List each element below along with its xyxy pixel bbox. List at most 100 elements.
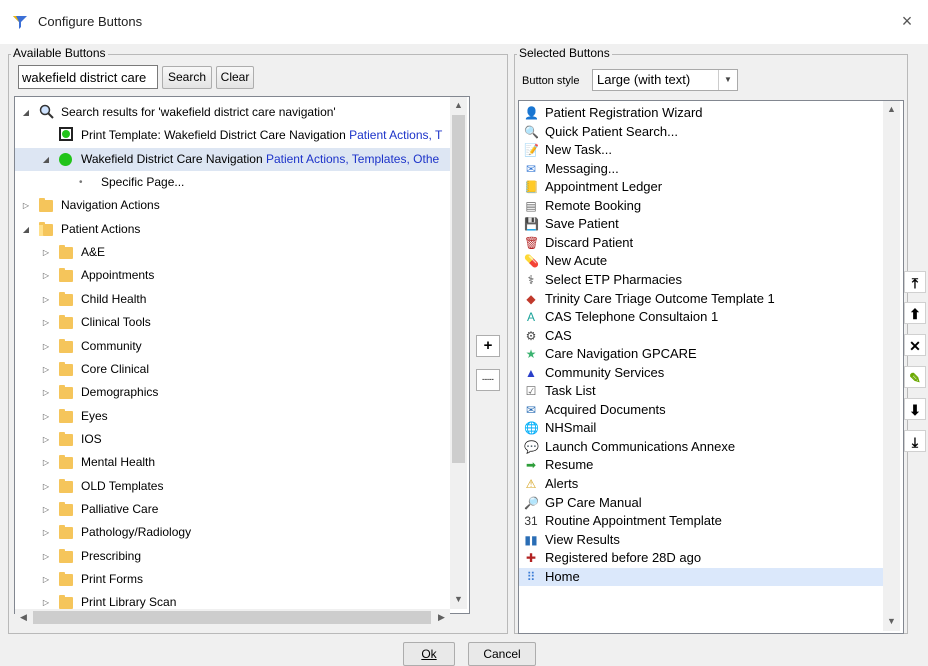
- scroll-thumb[interactable]: [452, 115, 465, 463]
- expand-arrow-icon[interactable]: ▷: [41, 288, 51, 311]
- selected-list-item[interactable]: ✚ Registered before 28D ago: [519, 549, 883, 568]
- expand-arrow-icon[interactable]: ▷: [41, 521, 51, 544]
- expand-arrow-icon[interactable]: ▷: [41, 428, 51, 451]
- tree-row[interactable]: Print Template: Wakefield District Care …: [15, 124, 451, 147]
- selected-list-item[interactable]: 🗑 Discard Patient: [519, 234, 883, 253]
- folder-icon: [59, 501, 73, 516]
- selected-list-item[interactable]: ★ Care Navigation GPCARE: [519, 345, 883, 364]
- tree-row[interactable]: ▷ Navigation Actions: [15, 194, 451, 217]
- tree-row[interactable]: ▷ OLD Templates: [15, 475, 451, 498]
- selected-list-item[interactable]: ▤ Remote Booking: [519, 197, 883, 216]
- selected-list-item[interactable]: 🔍 Quick Patient Search...: [519, 123, 883, 142]
- available-buttons-tree[interactable]: ◢ Search results for 'wakefield district …: [14, 96, 470, 614]
- button-style-select[interactable]: Large (with text) ▼: [592, 69, 738, 91]
- move-bottom-button[interactable]: ⤓: [904, 430, 926, 452]
- selected-list-item[interactable]: ▲ Community Services: [519, 364, 883, 383]
- selected-list-item[interactable]: 📒 Appointment Ledger: [519, 178, 883, 197]
- collapse-arrow-icon[interactable]: ◢: [21, 101, 31, 124]
- expand-arrow-icon[interactable]: ▷: [41, 264, 51, 287]
- tree-row[interactable]: • Specific Page...: [15, 171, 451, 194]
- tree-vertical-scrollbar[interactable]: ▲ ▼: [450, 97, 467, 609]
- selected-list-item[interactable]: ☑ Task List: [519, 382, 883, 401]
- selected-item-label: Resume: [545, 457, 594, 473]
- remove-button[interactable]: ✕: [904, 334, 926, 356]
- selected-list-item[interactable]: 🌐 NHSmail: [519, 419, 883, 438]
- folder-icon: [59, 268, 73, 283]
- selected-list-item[interactable]: 💬 Launch Communications Annexe: [519, 438, 883, 457]
- cancel-button[interactable]: Cancel: [468, 642, 536, 666]
- selected-list-item[interactable]: ⚕ Select ETP Pharmacies: [519, 271, 883, 290]
- tree-row[interactable]: ▷ Palliative Care: [15, 498, 451, 521]
- tree-row[interactable]: ▷ A&E: [15, 241, 451, 264]
- clear-button[interactable]: Clear: [216, 66, 254, 89]
- tree-row[interactable]: ◢ Search results for 'wakefield district …: [15, 101, 451, 124]
- tree-row[interactable]: ▷ Mental Health: [15, 451, 451, 474]
- selected-list-item[interactable]: ⚠ Alerts: [519, 475, 883, 494]
- tree-row[interactable]: ▷ Pathology/Radiology: [15, 521, 451, 544]
- expand-arrow-icon[interactable]: ▷: [41, 451, 51, 474]
- selected-list-item[interactable]: 💾 Save Patient: [519, 215, 883, 234]
- tree-row[interactable]: ▷ IOS: [15, 428, 451, 451]
- selected-list-item[interactable]: ✉ Acquired Documents: [519, 401, 883, 420]
- selected-list-item[interactable]: 👤 Patient Registration Wizard: [519, 104, 883, 123]
- tree-row[interactable]: ▷ Demographics: [15, 381, 451, 404]
- scroll-down-arrow-icon[interactable]: ▼: [450, 591, 467, 608]
- tree-row-label: Print Template: Wakefield District Care …: [81, 124, 442, 147]
- scroll-left-arrow-icon[interactable]: ◀: [15, 609, 32, 626]
- tree-row[interactable]: ▷ Appointments: [15, 264, 451, 287]
- tree-row[interactable]: ▷ Core Clinical: [15, 358, 451, 381]
- expand-arrow-icon[interactable]: ▷: [41, 311, 51, 334]
- selected-list-scrollbar[interactable]: ▲ ▼: [883, 101, 900, 631]
- selected-list-item[interactable]: 🔎 GP Care Manual: [519, 494, 883, 513]
- h-scroll-thumb[interactable]: [33, 611, 431, 624]
- expand-arrow-icon[interactable]: ▷: [41, 498, 51, 521]
- collapse-arrow-icon[interactable]: ◢: [41, 148, 51, 171]
- selected-list-item[interactable]: ⠿ Home: [519, 567, 883, 587]
- expand-arrow-icon[interactable]: ▷: [41, 475, 51, 498]
- tree-row[interactable]: ▷ Print Forms: [15, 568, 451, 591]
- selected-list-item[interactable]: ▮▮ View Results: [519, 531, 883, 550]
- move-up-button[interactable]: ⬆: [904, 302, 926, 324]
- expand-arrow-icon[interactable]: ▷: [41, 358, 51, 381]
- tree-row[interactable]: ▷ Eyes: [15, 405, 451, 428]
- tree-row-label: A&E: [81, 241, 105, 264]
- expand-arrow-icon[interactable]: ▷: [21, 194, 31, 217]
- selected-scroll-up-icon[interactable]: ▲: [883, 101, 900, 118]
- selected-list-item[interactable]: 💊 New Acute: [519, 252, 883, 271]
- expand-arrow-icon[interactable]: ▷: [41, 381, 51, 404]
- ok-button[interactable]: Ok: [403, 642, 455, 666]
- expand-arrow-icon[interactable]: ▷: [41, 405, 51, 428]
- collapse-arrow-icon[interactable]: ◢: [21, 218, 31, 241]
- selected-list-item[interactable]: ✉ Messaging...: [519, 160, 883, 179]
- edit-button[interactable]: ✎: [904, 366, 926, 388]
- tree-row[interactable]: ▷ Child Health: [15, 288, 451, 311]
- move-top-button[interactable]: ⤒: [904, 271, 926, 293]
- expand-arrow-icon[interactable]: ▷: [41, 545, 51, 568]
- expand-arrow-icon[interactable]: ▷: [41, 335, 51, 358]
- tree-horizontal-scrollbar[interactable]: ◀ ▶: [15, 609, 450, 626]
- expand-arrow-icon[interactable]: ▷: [41, 241, 51, 264]
- selected-list-item[interactable]: 31 Routine Appointment Template: [519, 512, 883, 531]
- selected-list-item[interactable]: ◆ Trinity Care Triage Outcome Template 1: [519, 290, 883, 309]
- selected-list-item[interactable]: ⚙ CAS: [519, 327, 883, 346]
- search-button[interactable]: Search: [162, 66, 212, 89]
- selected-buttons-list[interactable]: 👤 Patient Registration Wizard 🔍 Quick Patie…: [518, 100, 904, 634]
- selected-scroll-down-icon[interactable]: ▼: [883, 613, 900, 630]
- tree-row-text: OLD Templates: [81, 478, 164, 493]
- tree-row[interactable]: ◢ Patient Actions: [15, 218, 451, 241]
- search-input[interactable]: [18, 65, 158, 89]
- add-separator-button[interactable]: ......: [476, 369, 500, 391]
- tree-row[interactable]: ▷ Community: [15, 335, 451, 358]
- move-down-button[interactable]: ⬇: [904, 398, 926, 420]
- selected-list-item[interactable]: 📝 New Task...: [519, 141, 883, 160]
- expand-arrow-icon[interactable]: ▷: [41, 568, 51, 591]
- tree-row[interactable]: ◢ Wakefield District Care Navigation Pati…: [15, 147, 451, 171]
- scroll-up-arrow-icon[interactable]: ▲: [450, 97, 467, 114]
- selected-list-item[interactable]: ➡ Resume: [519, 456, 883, 475]
- scroll-right-arrow-icon[interactable]: ▶: [433, 609, 450, 626]
- tree-row[interactable]: ▷ Clinical Tools: [15, 311, 451, 334]
- selected-list-item[interactable]: A CAS Telephone Consultaion 1: [519, 308, 883, 327]
- tree-row[interactable]: ▷ Prescribing: [15, 545, 451, 568]
- add-button[interactable]: +: [476, 335, 500, 357]
- close-icon[interactable]: ×: [896, 10, 918, 32]
